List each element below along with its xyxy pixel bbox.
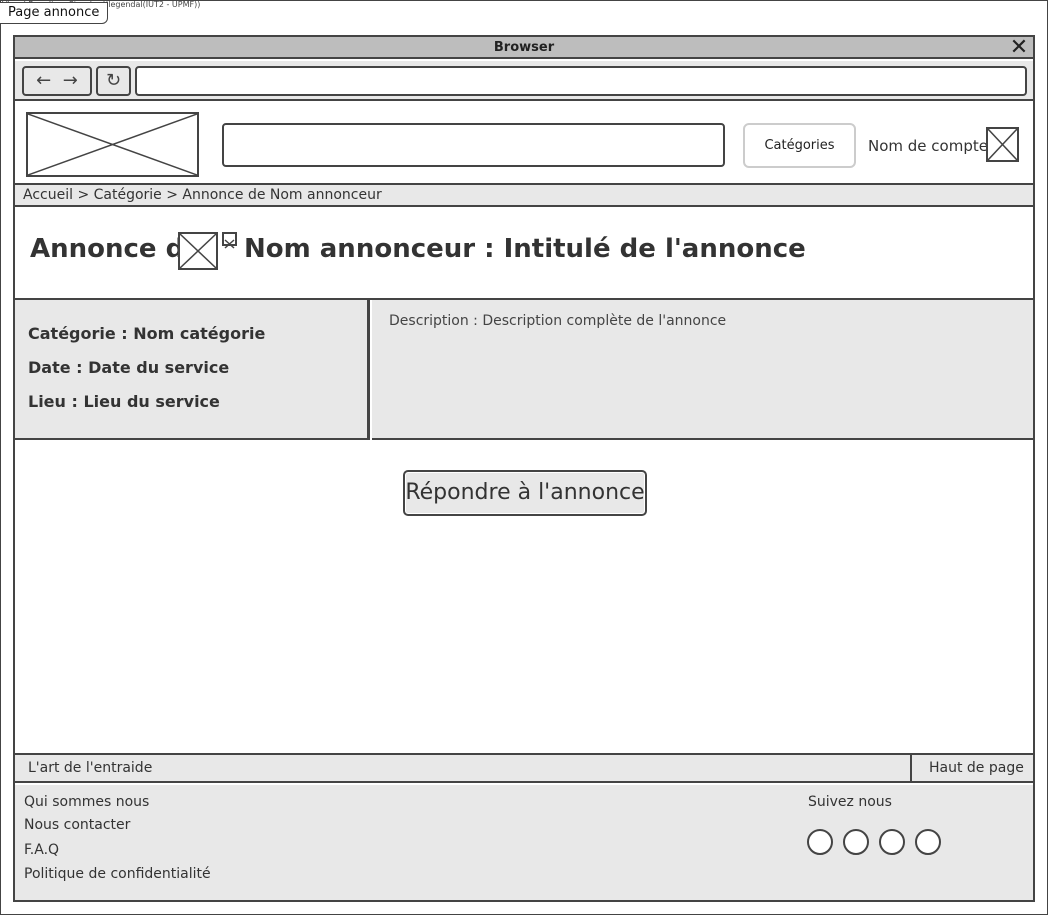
refresh-icon: ↻ xyxy=(105,70,122,91)
page-tab: Page annonce xyxy=(0,2,109,24)
forward-arrow-icon[interactable]: → xyxy=(63,70,78,91)
footer-link-faq[interactable]: F.A.Q xyxy=(24,842,59,858)
image-placeholder-icon xyxy=(27,113,198,176)
footer-link-privacy[interactable]: Politique de confidentialité xyxy=(24,866,211,882)
social-icon[interactable] xyxy=(807,829,833,855)
back-to-top-link[interactable]: Haut de page xyxy=(929,760,1024,776)
breadcrumb[interactable]: Accueil > Catégorie > Annonce de Nom ann… xyxy=(15,183,1033,207)
ad-date: Date : Date du service xyxy=(28,358,230,377)
back-arrow-icon[interactable]: ← xyxy=(36,70,51,91)
back-forward-buttons[interactable]: ← → xyxy=(22,66,92,96)
advertiser-avatar xyxy=(178,232,218,270)
ad-description: Description : Description complète de l'… xyxy=(389,313,727,329)
ad-place: Lieu : Lieu du service xyxy=(28,392,220,411)
close-icon[interactable]: ✕ xyxy=(1008,37,1030,59)
title-prefix: Annonce de xyxy=(30,234,202,264)
browser-title: Browser xyxy=(15,37,1033,59)
divider xyxy=(910,755,912,781)
refresh-button[interactable]: ↻ xyxy=(96,66,131,96)
page-title: Annonce de xyxy=(30,234,202,264)
social-icon[interactable] xyxy=(915,829,941,855)
footer-link-about[interactable]: Qui sommes nous xyxy=(24,794,149,810)
categories-button[interactable]: Catégories xyxy=(743,123,856,168)
footer-link-contact[interactable]: Nous contacter xyxy=(24,817,130,833)
account-name[interactable]: Nom de compte xyxy=(868,137,988,155)
respond-button[interactable]: Répondre à l'annonce xyxy=(403,470,647,516)
ad-category: Catégorie : Nom catégorie xyxy=(28,324,266,343)
footer-tagline: L'art de l'entraide xyxy=(28,760,153,776)
image-placeholder-icon xyxy=(987,128,1018,161)
footer-bar xyxy=(15,753,1033,783)
ad-title: Nom annonceur : Intitulé de l'annonce xyxy=(244,234,806,264)
social-icon[interactable] xyxy=(843,829,869,855)
site-logo-placeholder[interactable] xyxy=(26,112,199,177)
small-image-icon xyxy=(222,232,237,249)
search-input[interactable] xyxy=(222,123,725,167)
follow-label: Suivez nous xyxy=(808,794,892,810)
social-icon[interactable] xyxy=(879,829,905,855)
image-placeholder-icon xyxy=(179,233,217,269)
url-bar[interactable] xyxy=(135,66,1027,96)
avatar[interactable] xyxy=(986,127,1019,162)
